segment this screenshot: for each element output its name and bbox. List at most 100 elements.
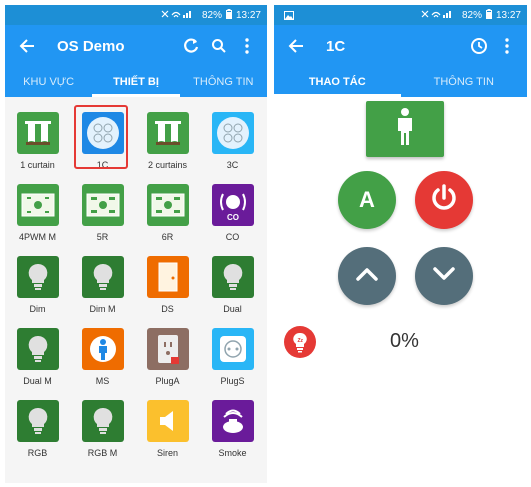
clock-schedule-icon[interactable]	[465, 32, 493, 60]
bulb-icon	[16, 328, 59, 370]
device-tile[interactable]: Dim	[5, 249, 70, 321]
scene-keypad-icon	[81, 112, 124, 154]
tab-thong-tin[interactable]: THÔNG TIN	[180, 67, 267, 97]
bulb-icon	[16, 256, 59, 298]
device-tile[interactable]: PlugA	[135, 321, 200, 393]
power-icon	[428, 182, 460, 219]
up-button[interactable]	[338, 247, 396, 305]
device-label: DS	[161, 304, 174, 314]
person-icon	[394, 107, 416, 152]
device-tile[interactable]: Dual	[200, 249, 265, 321]
device-label: MS	[95, 376, 110, 386]
back-arrow-icon[interactable]	[284, 34, 308, 58]
device-label: Dim M	[89, 304, 116, 314]
device-tile[interactable]: 5R	[70, 177, 135, 249]
device-label: Smoke	[218, 448, 247, 458]
curtain-icon	[16, 112, 59, 154]
chevron-down-icon	[432, 266, 456, 287]
device-label: 1 curtain	[20, 160, 55, 170]
clock-text: 13:27	[235, 9, 261, 21]
tab-thong-tin[interactable]: THÔNG TIN	[401, 67, 528, 97]
svg-text:CO: CO	[227, 213, 239, 222]
search-icon[interactable]	[205, 32, 233, 60]
device-label: CO	[225, 232, 240, 242]
device-tile[interactable]: 1C	[70, 105, 135, 177]
device-label: 4PWM M	[19, 232, 56, 242]
device-list-screen: 82% 13:27 OS Demo KHU VỰC THIẾT BỊ THÔNG…	[5, 5, 267, 483]
sleeping-bulb-icon: Zz	[284, 326, 316, 358]
level-percent: 0%	[390, 330, 419, 352]
device-label: Dim	[29, 304, 46, 314]
bulb-icon	[81, 400, 124, 442]
device-label: PlugA	[155, 376, 180, 386]
battery-text: 82%	[461, 9, 482, 21]
device-tile[interactable]: Dual M	[5, 321, 70, 393]
device-tile[interactable]: DS	[135, 249, 200, 321]
image-notification-icon	[274, 10, 294, 20]
person-scene-button[interactable]	[366, 101, 444, 157]
status-bar: 82% 13:27	[5, 5, 267, 25]
tab-khu-vuc[interactable]: KHU VỰC	[5, 67, 92, 97]
device-label: 1C	[96, 160, 109, 170]
device-label: 2 curtains	[147, 160, 188, 170]
signal-icons	[160, 9, 194, 22]
bulb-icon	[211, 256, 254, 298]
device-label: 3C	[226, 160, 239, 170]
scene-keypad-icon	[211, 112, 254, 154]
device-tile[interactable]: 1 curtain	[5, 105, 70, 177]
plug-s-icon	[211, 328, 254, 370]
a-button[interactable]: A	[338, 171, 396, 229]
device-tile[interactable]: Dim M	[70, 249, 135, 321]
smoke-detector-icon	[211, 400, 254, 442]
signal-icons	[420, 9, 454, 22]
device-tile[interactable]: Smoke	[200, 393, 265, 465]
device-tile[interactable]: CO CO	[200, 177, 265, 249]
device-label: PlugS	[220, 376, 245, 386]
door-sensor-icon	[146, 256, 189, 298]
device-tile[interactable]: 2 curtains	[135, 105, 200, 177]
tab-bar: KHU VỰC THIẾT BỊ THÔNG TIN	[5, 67, 267, 97]
more-vert-icon[interactable]	[493, 32, 521, 60]
device-tile[interactable]: 6R	[135, 177, 200, 249]
relay-panel-icon	[146, 184, 189, 226]
device-control-screen: 82% 13:27 1C THAO TÁC THÔNG TIN A Zz 0%	[274, 5, 527, 483]
page-title: 1C	[326, 37, 346, 55]
device-label: Dual M	[23, 376, 52, 386]
device-label: Siren	[156, 448, 178, 458]
refresh-icon[interactable]	[177, 32, 205, 60]
device-tile[interactable]: Siren	[135, 393, 200, 465]
svg-text:Zz: Zz	[298, 338, 304, 344]
chevron-up-icon	[355, 266, 379, 287]
device-label: RGB	[27, 448, 48, 458]
device-label: RGB M	[87, 448, 118, 458]
siren-icon	[146, 400, 189, 442]
device-tile[interactable]: 3C	[200, 105, 265, 177]
device-tile[interactable]: RGB M	[70, 393, 135, 465]
device-label: 6R	[161, 232, 174, 242]
co-alarm-icon: CO	[211, 184, 254, 226]
tab-bar: THAO TÁC THÔNG TIN	[274, 67, 527, 97]
tab-thao-tac[interactable]: THAO TÁC	[274, 67, 401, 97]
motion-sensor-icon	[81, 328, 124, 370]
plug-a-icon	[146, 328, 189, 370]
app-bar: 1C	[274, 25, 527, 67]
tab-thiet-bi[interactable]: THIẾT BỊ	[92, 67, 180, 97]
device-label: Dual	[223, 304, 242, 314]
device-label: 5R	[96, 232, 109, 242]
device-tile[interactable]: PlugS	[200, 321, 265, 393]
back-arrow-icon[interactable]	[15, 34, 39, 58]
power-button[interactable]	[415, 171, 473, 229]
battery-icon	[225, 8, 232, 22]
bulb-icon	[16, 400, 59, 442]
more-vert-icon[interactable]	[233, 32, 261, 60]
dimmer-panel-icon	[16, 184, 59, 226]
app-bar: OS Demo	[5, 25, 267, 67]
battery-icon	[485, 8, 492, 22]
clock-text: 13:27	[495, 9, 521, 21]
device-tile[interactable]: MS	[70, 321, 135, 393]
down-button[interactable]	[415, 247, 473, 305]
status-bar: 82% 13:27	[274, 5, 527, 25]
device-tile[interactable]: 4PWM M	[5, 177, 70, 249]
relay-panel-icon	[81, 184, 124, 226]
device-tile[interactable]: RGB	[5, 393, 70, 465]
